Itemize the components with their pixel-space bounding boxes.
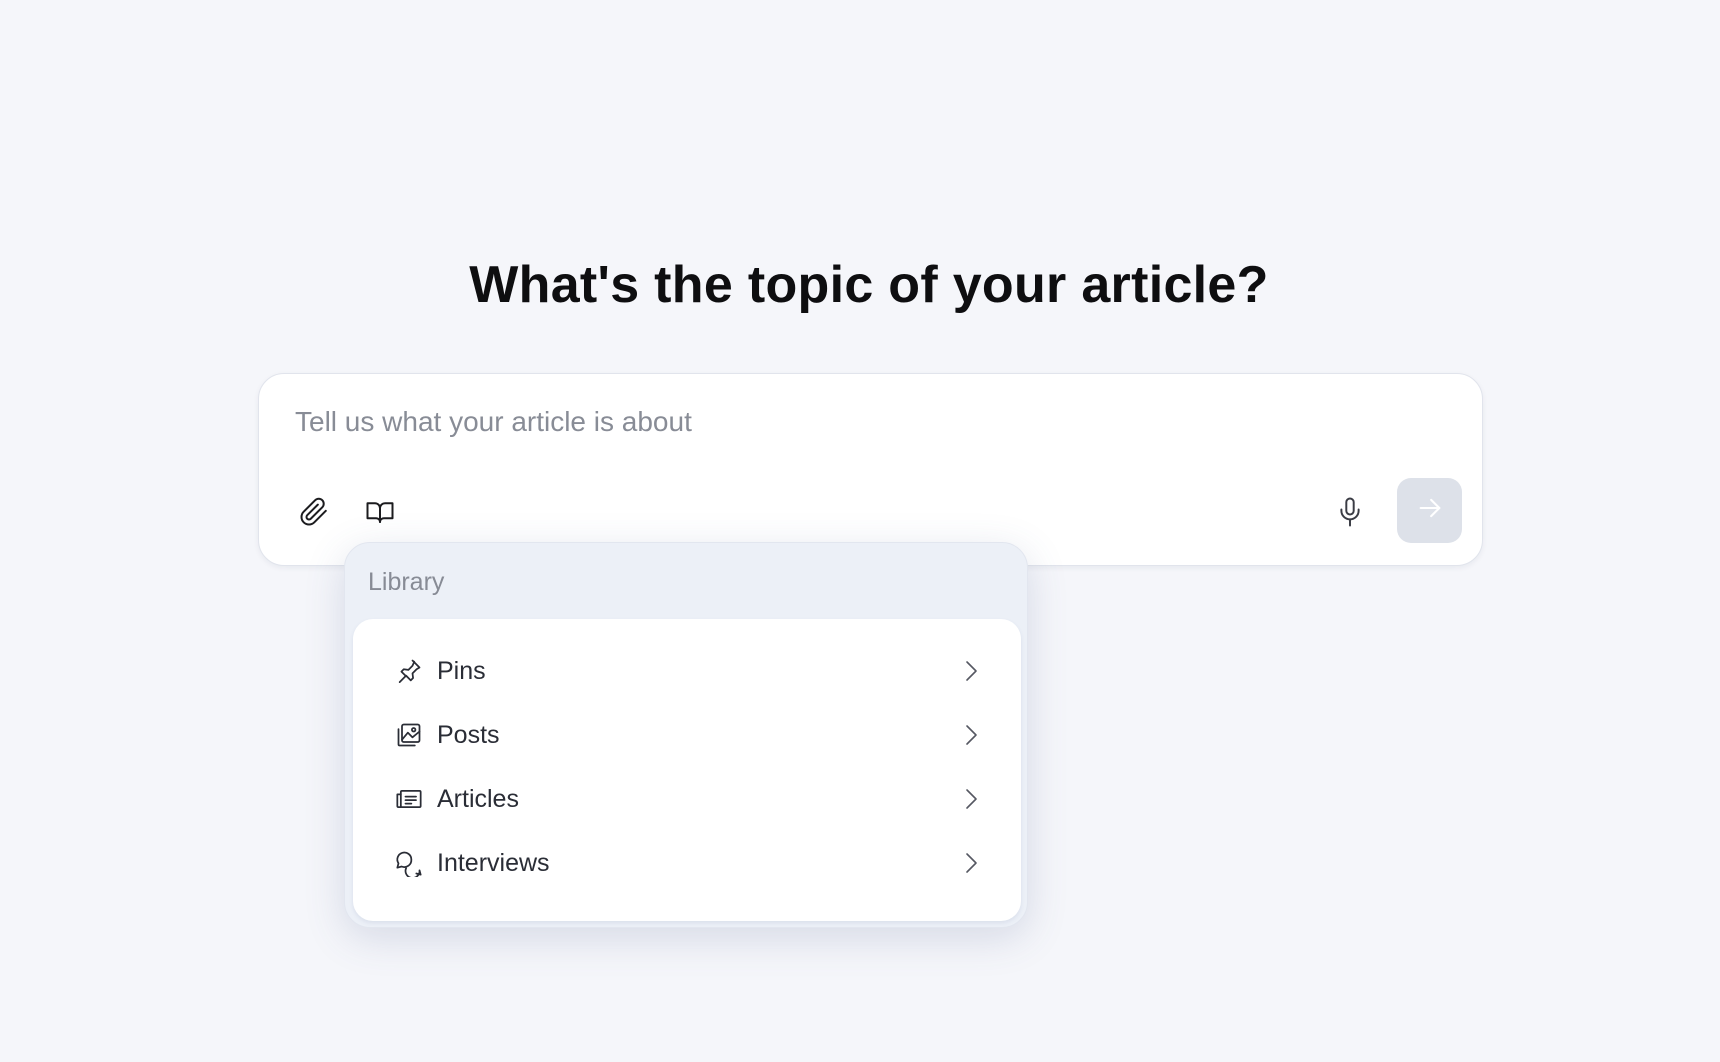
library-menu-list: Pins Posts Articles Interviews xyxy=(353,619,1021,921)
library-item-posts[interactable]: Posts xyxy=(353,703,1021,767)
paperclip-icon xyxy=(299,497,329,527)
library-item-pins[interactable]: Pins xyxy=(353,639,1021,703)
chevron-right-icon xyxy=(963,787,979,811)
microphone-button[interactable] xyxy=(1328,490,1372,534)
library-dropdown: Library Pins Posts Articles Interviews xyxy=(344,542,1028,928)
pin-icon xyxy=(395,657,423,685)
newspaper-icon xyxy=(395,785,423,813)
article-topic-composer xyxy=(258,373,1483,566)
library-item-label: Posts xyxy=(437,720,500,749)
library-item-label: Pins xyxy=(437,656,486,685)
attach-button[interactable] xyxy=(292,490,336,534)
library-item-articles[interactable]: Articles xyxy=(353,767,1021,831)
library-item-label: Articles xyxy=(437,784,519,813)
chevron-right-icon xyxy=(963,723,979,747)
page: What's the topic of your article? Tell u… xyxy=(0,0,1720,1062)
chevron-right-icon xyxy=(963,851,979,875)
chevron-right-icon xyxy=(963,659,979,683)
arrow-right-icon xyxy=(1416,494,1444,527)
book-open-icon xyxy=(365,497,395,527)
library-item-label: Interviews xyxy=(437,848,550,877)
image-stack-icon xyxy=(395,721,423,749)
send-button[interactable] xyxy=(1397,478,1462,543)
library-item-interviews[interactable]: Interviews xyxy=(353,831,1021,895)
library-dropdown-header: Library xyxy=(368,568,445,596)
microphone-icon xyxy=(1335,496,1365,528)
chat-bubbles-icon xyxy=(395,849,423,877)
library-button[interactable] xyxy=(358,490,402,534)
article-topic-input[interactable] xyxy=(295,406,1395,438)
page-title: What's the topic of your article? xyxy=(469,256,1269,314)
